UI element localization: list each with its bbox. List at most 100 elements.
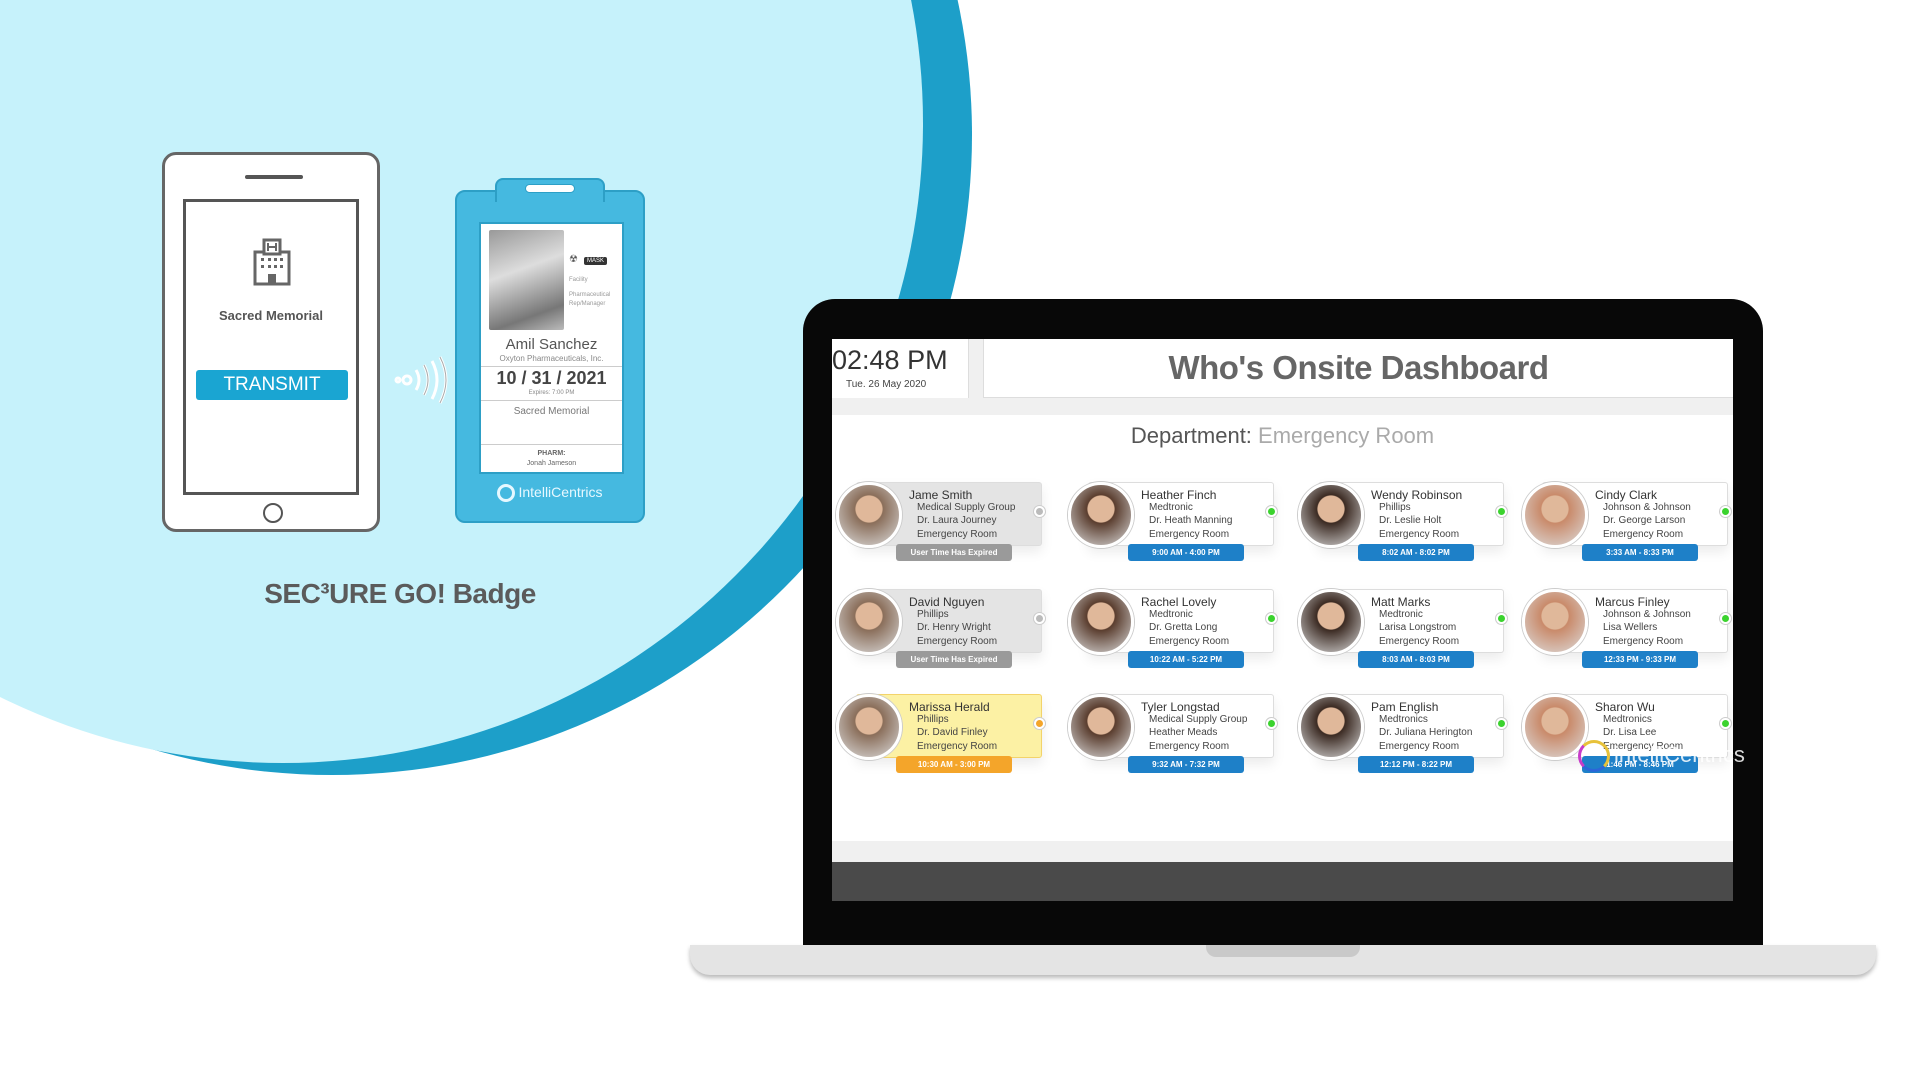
time-window-badge: 3:33 AM - 8:33 PM	[1582, 544, 1698, 561]
person-department: Emergency Room	[1149, 636, 1230, 647]
person-contact: Dr. Henry Wright	[917, 622, 991, 633]
time-window-badge: 12:12 PM - 8:22 PM	[1358, 756, 1474, 773]
badge-caption: SEC³URE GO! Badge	[264, 578, 536, 609]
person-card[interactable]: Heather Finch Medtronic Dr. Heath Mannin…	[1068, 482, 1277, 561]
person-company: Phillips	[917, 714, 949, 725]
avatar	[1298, 482, 1364, 548]
person-card[interactable]: Cindy Clark Johnson & Johnson Dr. George…	[1522, 482, 1731, 561]
person-department: Emergency Room	[1379, 529, 1460, 540]
avatar	[1068, 589, 1134, 655]
person-department: Emergency Room	[1379, 741, 1460, 752]
phone-screen: Sacred Memorial TRANSMIT	[183, 199, 359, 495]
person-name: Matt Marks	[1371, 595, 1431, 609]
time-window-badge: User Time Has Expired	[896, 544, 1012, 561]
person-card[interactable]: Tyler Longstad Medical Supply Group Heat…	[1068, 694, 1277, 773]
clock-time: 02:48 PM	[832, 345, 948, 375]
badge-facility-label: Facility	[569, 277, 588, 283]
person-department: Emergency Room	[1603, 636, 1684, 647]
person-name: Sharon Wu	[1595, 700, 1655, 714]
person-company: Johnson & Johnson	[1603, 502, 1691, 513]
person-card[interactable]: David Nguyen Phillips Dr. Henry Wright E…	[836, 589, 1045, 668]
badge-expires: Expires: 7:00 PM	[481, 390, 622, 401]
page-title: Who's Onsite Dashboard	[1168, 349, 1549, 386]
person-department: Emergency Room	[917, 529, 998, 540]
person-company: Medtronics	[1603, 714, 1652, 725]
person-company: Johnson & Johnson	[1603, 609, 1691, 620]
clock-panel: 02:48 PM Tue. 26 May 2020	[832, 339, 969, 398]
mask-tag: MASK	[583, 257, 607, 265]
person-company: Medtronic	[1379, 609, 1423, 620]
nfc-signal-icon	[394, 356, 448, 404]
person-contact: Dr. Juliana Herington	[1379, 727, 1473, 738]
badge-name: Amil Sanchez	[505, 336, 598, 353]
person-department: Emergency Room	[1379, 636, 1460, 647]
time-window-badge: 12:33 PM - 9:33 PM	[1582, 651, 1698, 668]
person-company: Medtronics	[1379, 714, 1428, 725]
intellicentrics-logo: IntelliCentrics	[457, 484, 643, 503]
time-window-badge: 10:30 AM - 3:00 PM	[896, 756, 1012, 773]
status-dot	[1034, 718, 1045, 729]
time-window-badge: User Time Has Expired	[896, 651, 1012, 668]
radiation-icon: ☢	[569, 254, 578, 265]
logo-ring-icon	[497, 484, 516, 503]
person-contact: Dr. David Finley	[917, 727, 988, 738]
person-name: Pam English	[1371, 700, 1439, 714]
avatar	[1298, 589, 1364, 655]
person-contact: Lisa Wellers	[1603, 622, 1658, 633]
id-badge-illustration: ☢ MASK Facility Pharmaceutical Rep/Manager…	[455, 178, 645, 523]
person-contact: Dr. Heath Manning	[1149, 515, 1233, 526]
person-department: Emergency Room	[1149, 741, 1230, 752]
badge-role: Pharmaceutical Rep/Manager	[569, 292, 611, 307]
avatar	[836, 694, 902, 760]
status-dot	[1720, 718, 1731, 729]
person-contact: Larisa Longstrom	[1379, 622, 1457, 633]
status-dot	[1266, 506, 1277, 517]
person-department: Emergency Room	[1603, 529, 1684, 540]
person-name: Tyler Longstad	[1141, 700, 1220, 714]
badge-clip-hole	[525, 184, 575, 193]
status-dot	[1266, 718, 1277, 729]
badge-card: ☢ MASK Facility Pharmaceutical Rep/Manager…	[479, 222, 624, 474]
time-window-badge: 8:03 AM - 8:03 PM	[1358, 651, 1474, 668]
person-company: Medtronic	[1149, 502, 1193, 513]
person-contact: Dr. Laura Journey	[917, 515, 997, 526]
logo-ring-icon	[1578, 740, 1610, 772]
person-company: Phillips	[917, 609, 949, 620]
avatar	[1298, 694, 1364, 760]
intellicentrics-watermark: intelliCentrics	[1578, 740, 1745, 772]
person-name: Heather Finch	[1141, 488, 1217, 502]
person-card[interactable]: Marissa Herald Phillips Dr. David Finley…	[836, 694, 1045, 773]
time-window-badge: 10:22 AM - 5:22 PM	[1128, 651, 1244, 668]
department-heading: Department: Emergency Room	[1130, 423, 1435, 448]
person-contact: Heather Meads	[1149, 727, 1218, 738]
person-name: Marissa Herald	[909, 700, 990, 714]
person-card[interactable]: Pam English Medtronics Dr. Juliana Herin…	[1298, 694, 1507, 773]
person-company: Phillips	[1379, 502, 1411, 513]
person-card[interactable]: Marcus Finley Johnson & Johnson Lisa Wel…	[1522, 589, 1731, 668]
person-name: Marcus Finley	[1595, 595, 1670, 609]
phone-facility-name: Sacred Memorial	[218, 308, 324, 323]
dashboard-screen: 02:48 PM Tue. 26 May 2020 Who's Onsite D…	[832, 339, 1733, 901]
phone-home-button	[263, 503, 283, 523]
status-dot	[1720, 506, 1731, 517]
person-company: Medtronic	[1149, 609, 1193, 620]
person-contact: Dr. Leslie Holt	[1379, 515, 1442, 526]
avatar	[1522, 482, 1588, 548]
avatar	[1522, 589, 1588, 655]
badge-date: 10 / 31 / 2021	[496, 368, 607, 388]
avatar	[836, 589, 902, 655]
person-card[interactable]: Matt Marks Medtronic Larisa Longstrom Em…	[1298, 589, 1507, 668]
time-window-badge: 8:02 AM - 8:02 PM	[1358, 544, 1474, 561]
status-dot	[1034, 506, 1045, 517]
transmit-button[interactable]: TRANSMIT	[196, 370, 348, 400]
phone-speaker	[245, 175, 303, 179]
person-department: Emergency Room	[917, 741, 998, 752]
laptop-notch	[1206, 945, 1360, 957]
person-card[interactable]: Wendy Robinson Phillips Dr. Leslie Holt …	[1298, 482, 1507, 561]
person-name: Wendy Robinson	[1371, 488, 1463, 502]
status-dot	[1034, 613, 1045, 624]
status-dot	[1496, 613, 1507, 624]
person-card[interactable]: Rachel Lovely Medtronic Dr. Gretta Long …	[1068, 589, 1277, 668]
person-card[interactable]: Jame Smith Medical Supply Group Dr. Laur…	[836, 482, 1045, 561]
person-name: David Nguyen	[909, 595, 985, 609]
